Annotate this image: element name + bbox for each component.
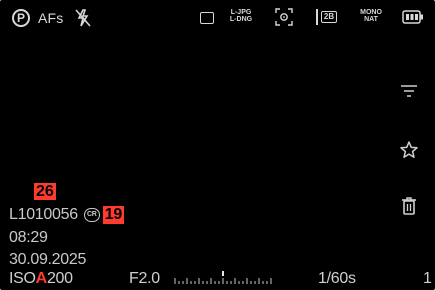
shutter-speed-readout[interactable]: 1/60s bbox=[318, 270, 356, 288]
image-count-block: 26 bbox=[34, 183, 56, 201]
cr-icon: CR bbox=[83, 208, 100, 222]
flash-off-icon[interactable] bbox=[74, 8, 92, 33]
exposure-mode-icon[interactable]: P bbox=[12, 9, 30, 27]
capture-date: 30.09.2025 bbox=[9, 251, 87, 268]
exposure-scale bbox=[173, 270, 283, 290]
camera-playback-screen: P AFs L-JPG L-DNG 2B MONO NAT 26 L101005… bbox=[0, 0, 435, 290]
card-label: 2B bbox=[321, 11, 337, 23]
iso-readout[interactable]: ISOA200 bbox=[9, 270, 73, 288]
image-index: 1 bbox=[423, 270, 432, 287]
capture-time: 08:29 bbox=[9, 229, 48, 246]
image-count-badge: 26 bbox=[34, 183, 56, 200]
card-bracket-left bbox=[316, 9, 318, 25]
star-icon[interactable] bbox=[399, 140, 419, 160]
spot-metering-icon[interactable] bbox=[275, 8, 293, 31]
aperture-readout[interactable]: F2.0 bbox=[129, 270, 160, 288]
file-format-indicator[interactable]: L-JPG L-DNG bbox=[228, 9, 254, 23]
af-mode-label[interactable]: AFs bbox=[38, 10, 64, 26]
film-style-mono: MONO bbox=[360, 9, 382, 16]
single-shot-icon[interactable] bbox=[200, 12, 214, 24]
file-name-row: L1010056 CR 19 bbox=[9, 206, 124, 224]
filter-icon[interactable] bbox=[400, 84, 418, 98]
file-name: L1010056 bbox=[9, 206, 78, 223]
sd-card-icon[interactable]: 2B bbox=[316, 9, 342, 25]
iso-value: 200 bbox=[46, 270, 73, 287]
file-format-dng: L-DNG bbox=[229, 16, 253, 23]
file-format-jpg: L-JPG bbox=[230, 9, 252, 16]
film-style-indicator[interactable]: MONO NAT bbox=[357, 9, 385, 23]
cr-count-badge: 19 bbox=[102, 206, 124, 224]
iso-prefix: ISO bbox=[9, 270, 36, 287]
iso-auto-indicator: A bbox=[35, 270, 48, 287]
trash-icon[interactable] bbox=[401, 196, 417, 216]
battery-icon[interactable] bbox=[402, 10, 424, 29]
film-style-nat: NAT bbox=[364, 16, 378, 23]
exposure-mode-label: P bbox=[16, 11, 25, 25]
